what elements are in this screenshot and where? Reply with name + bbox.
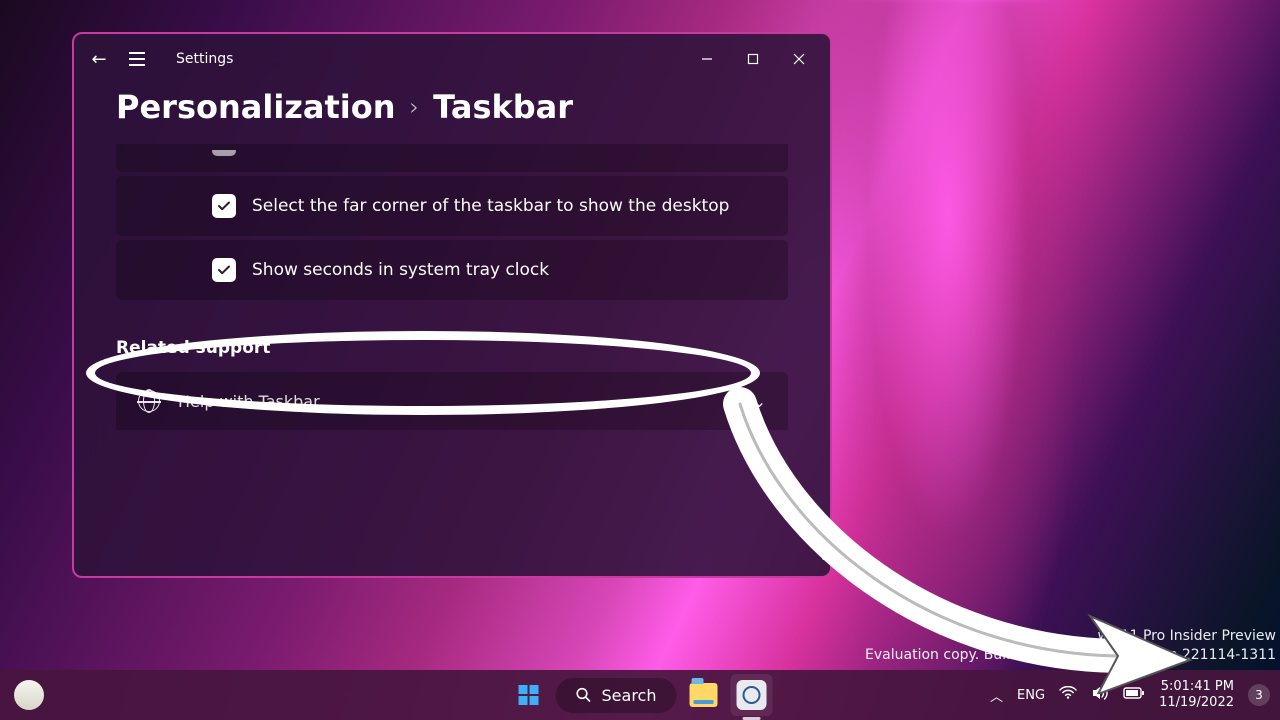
breadcrumb-parent[interactable]: Personalization (116, 88, 396, 126)
setting-far-corner[interactable]: Select the far corner of the taskbar to … (116, 176, 788, 236)
battery-icon[interactable] (1123, 686, 1145, 704)
wifi-icon[interactable] (1059, 686, 1077, 704)
back-arrow-icon: ← (91, 49, 106, 70)
back-button[interactable]: ← (82, 42, 116, 76)
clock-date: 11/19/2022 (1159, 695, 1234, 711)
gear-icon (736, 680, 766, 710)
checkbox-partial (212, 150, 236, 156)
volume-icon[interactable] (1091, 685, 1109, 705)
windows-logo-icon (519, 685, 539, 705)
search-label: Search (602, 686, 657, 705)
help-with-taskbar[interactable]: Help with Taskbar ⌄ (116, 372, 788, 430)
minimize-button[interactable] (684, 43, 730, 75)
settings-app-button[interactable] (730, 674, 772, 716)
watermark-line1: ws 11 Pro Insider Preview (865, 627, 1276, 647)
titlebar: ← Settings (74, 34, 830, 84)
system-tray: ︿ ENG 5:01:41 PM 11/19/2022 3 (990, 679, 1270, 712)
file-explorer-button[interactable] (682, 674, 724, 716)
breadcrumb: Personalization › Taskbar (74, 84, 830, 144)
chevron-down-icon: ⌄ (753, 392, 766, 411)
setting-show-seconds[interactable]: Show seconds in system tray clock (116, 240, 788, 300)
setting-label: Select the far corner of the taskbar to … (252, 196, 729, 216)
folder-icon (689, 683, 717, 707)
globe-icon (138, 390, 160, 412)
nav-menu-button[interactable] (120, 42, 154, 76)
weather-widget-icon[interactable] (14, 680, 44, 710)
hamburger-icon (129, 52, 145, 66)
related-support-heading: Related support (116, 338, 788, 358)
breadcrumb-current: Taskbar (433, 88, 573, 126)
app-title: Settings (176, 51, 233, 67)
notifications-button[interactable]: 3 (1248, 684, 1270, 706)
taskbar-search[interactable]: Search (556, 678, 677, 713)
taskbar: Search ︿ ENG 5:01:41 PM 11/19/2022 3 (0, 670, 1280, 720)
maximize-button[interactable] (730, 43, 776, 75)
close-button[interactable] (776, 43, 822, 75)
desktop-watermark: ws 11 Pro Insider Preview Evaluation cop… (865, 627, 1276, 666)
notif-count: 3 (1255, 688, 1263, 702)
setting-label: Show seconds in system tray clock (252, 260, 549, 280)
search-icon (576, 687, 592, 703)
setting-row-partial (116, 144, 788, 172)
start-button[interactable] (508, 674, 550, 716)
checkbox-show-seconds[interactable] (212, 258, 236, 282)
clock-time: 5:01:41 PM (1159, 679, 1234, 695)
settings-window: ← Settings Personalization › Taskbar Sel… (72, 32, 832, 578)
scrollbar-thumb[interactable] (822, 514, 826, 560)
chevron-right-icon: › (410, 93, 420, 121)
clock-button[interactable]: 5:01:41 PM 11/19/2022 (1159, 679, 1234, 712)
tray-overflow-button[interactable]: ︿ (990, 686, 1003, 705)
help-label: Help with Taskbar (178, 392, 320, 411)
input-language[interactable]: ENG (1017, 688, 1045, 703)
watermark-line2: Evaluation copy. Build rerelease.221114-… (865, 646, 1276, 666)
checkbox-far-corner[interactable] (212, 194, 236, 218)
